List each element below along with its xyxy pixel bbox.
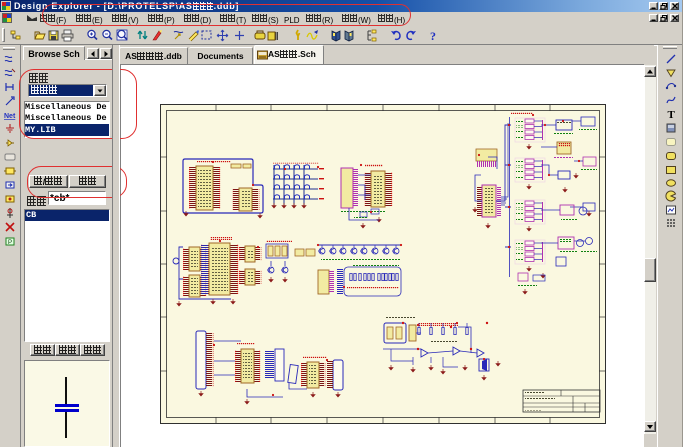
svg-text:P: P xyxy=(8,240,12,246)
svg-text:?: ? xyxy=(430,29,436,42)
svg-text:T: T xyxy=(668,109,676,120)
svg-text:Net: Net xyxy=(4,113,16,120)
